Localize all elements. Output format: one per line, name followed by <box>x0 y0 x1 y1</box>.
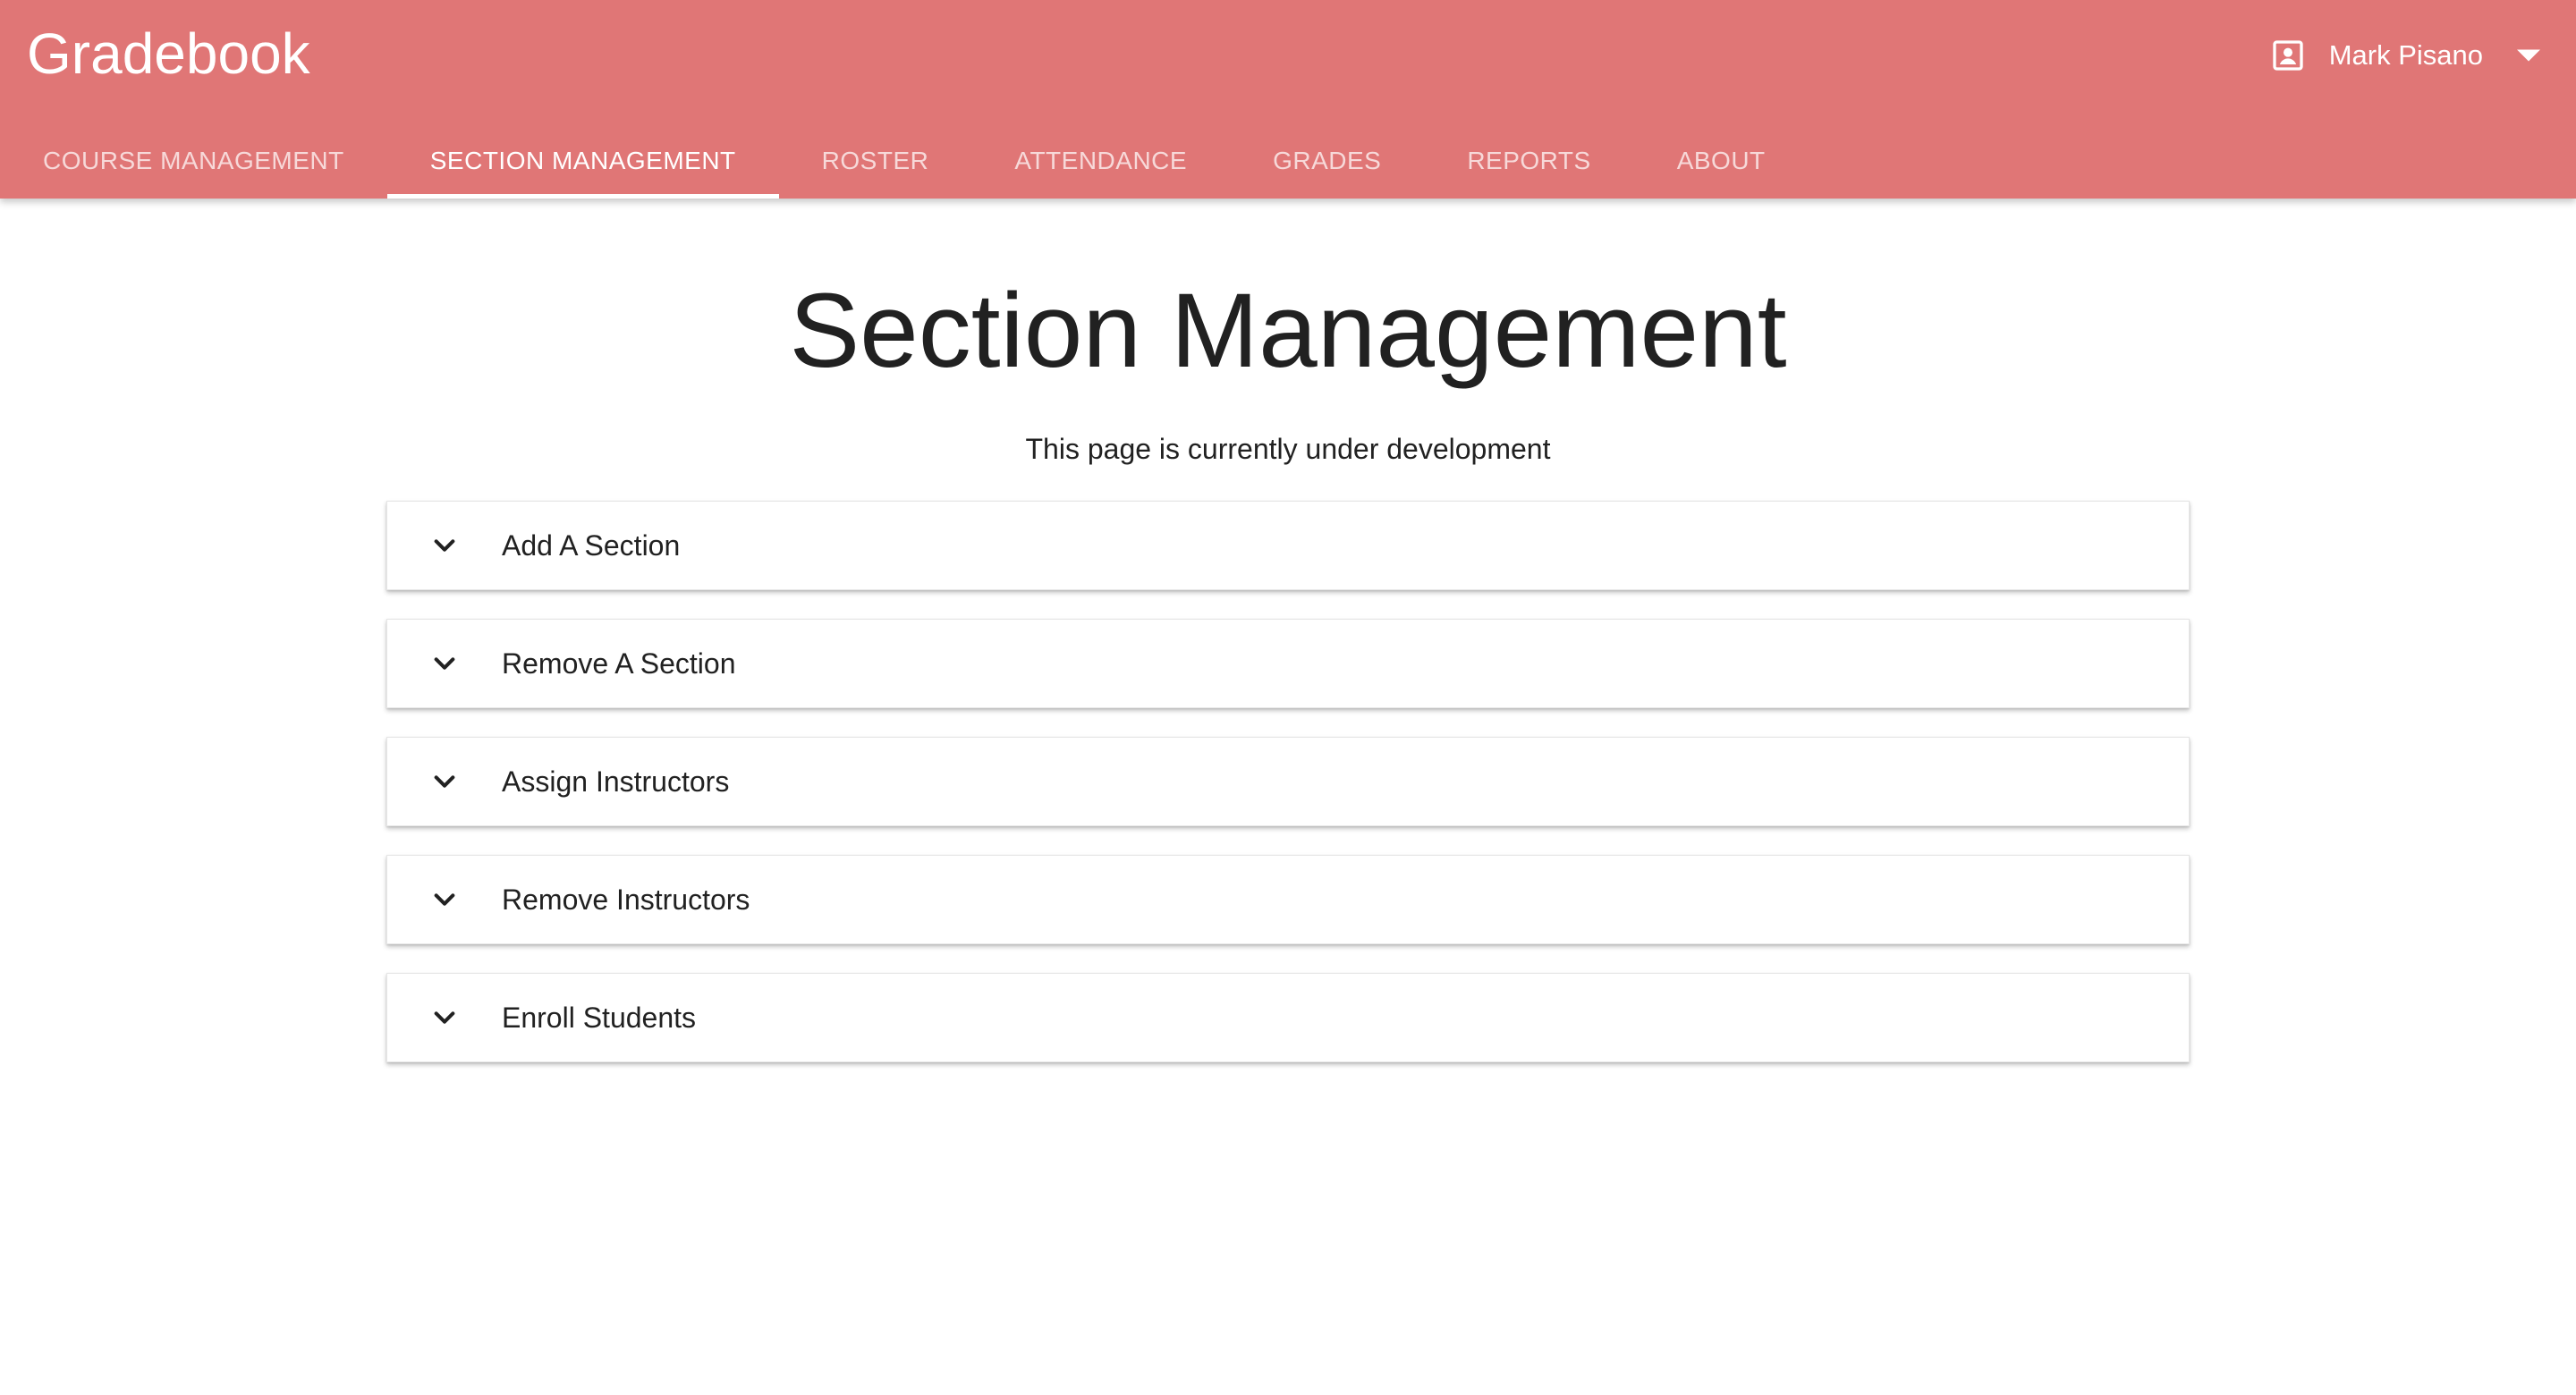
tab-attendance[interactable]: ATTENDANCE <box>971 123 1230 199</box>
page-title: Section Management <box>789 272 1787 390</box>
section-panels: Add A Section Remove A Section Assign In… <box>386 501 2190 1091</box>
panel-add-section[interactable]: Add A Section <box>386 501 2190 590</box>
account-box-icon <box>2273 40 2303 71</box>
app-bar: Gradebook Mark Pisano COURSE MANAGEMENT … <box>0 0 2576 199</box>
chevron-down-icon[interactable] <box>430 767 459 796</box>
panel-label: Assign Instructors <box>502 765 730 798</box>
tab-reports[interactable]: REPORTS <box>1424 123 1633 199</box>
panel-label: Remove A Section <box>502 647 736 680</box>
panel-remove-section[interactable]: Remove A Section <box>386 619 2190 708</box>
chevron-down-icon[interactable] <box>430 885 459 914</box>
panel-enroll-students[interactable]: Enroll Students <box>386 973 2190 1062</box>
panel-label: Enroll Students <box>502 1002 697 1034</box>
user-name: Mark Pisano <box>2328 39 2483 71</box>
tab-roster[interactable]: ROSTER <box>779 123 972 199</box>
panel-label: Add A Section <box>502 529 681 562</box>
page-subtitle: This page is currently under development <box>1025 433 1551 465</box>
panel-assign-instructors[interactable]: Assign Instructors <box>386 737 2190 826</box>
panel-remove-instructors[interactable]: Remove Instructors <box>386 855 2190 944</box>
panel-label: Remove Instructors <box>502 884 750 916</box>
tab-grades[interactable]: GRADES <box>1230 123 1424 199</box>
app-title[interactable]: Gradebook <box>27 20 310 88</box>
main-tabs: COURSE MANAGEMENT SECTION MANAGEMENT ROS… <box>0 123 1809 199</box>
chevron-down-icon[interactable] <box>430 1003 459 1032</box>
caret-down-icon[interactable] <box>2517 49 2540 62</box>
tab-course-management[interactable]: COURSE MANAGEMENT <box>0 123 387 199</box>
tab-section-management[interactable]: SECTION MANAGEMENT <box>386 123 779 199</box>
user-menu[interactable]: Mark Pisano <box>2270 27 2540 84</box>
tab-about[interactable]: ABOUT <box>1634 123 1809 199</box>
chevron-down-icon[interactable] <box>430 531 459 560</box>
chevron-down-icon[interactable] <box>430 649 459 678</box>
